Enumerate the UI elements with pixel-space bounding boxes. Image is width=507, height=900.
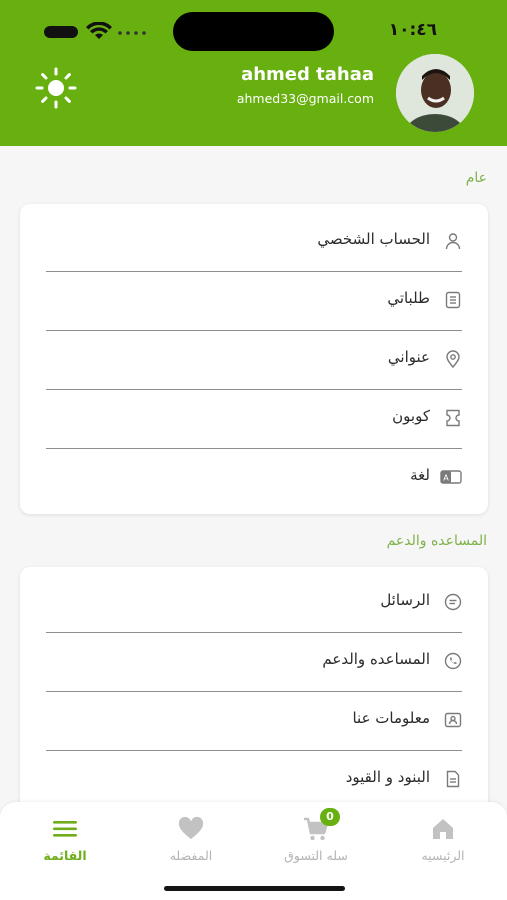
location-pin-icon	[446, 350, 460, 368]
support-card: الرسائل المساعده والدعم معلومات عنا البن…	[20, 567, 488, 817]
menu-item-label: الرسائل	[380, 591, 430, 609]
menu-item-label: عنواني	[387, 348, 430, 366]
nav-label: المفضله	[169, 848, 213, 863]
section-label-support: المساعده والدعم	[386, 533, 487, 549]
nav-item-favorites[interactable]: المفضله	[141, 810, 241, 866]
nav-item-menu[interactable]: القائمة	[15, 810, 115, 866]
avatar-photo	[396, 54, 474, 132]
dynamic-island	[173, 12, 334, 51]
home-indicator[interactable]	[164, 886, 345, 891]
avatar[interactable]	[396, 54, 474, 132]
nav-label: الرئيسيه	[421, 848, 465, 863]
menu-item-label: معلومات عنا	[352, 709, 430, 727]
profile-email: ahmed33@gmail.com	[236, 91, 374, 106]
battery-dots-icon	[118, 31, 146, 35]
menu-item-label: الحساب الشخصي	[317, 230, 430, 248]
svg-text:A: A	[443, 474, 449, 483]
nav-item-home[interactable]: الرئيسيه	[393, 810, 493, 866]
cart-count-badge: 0	[320, 808, 340, 826]
general-settings-card: الحساب الشخصي طلباتي عنواني كوبون A لغة	[20, 204, 488, 514]
menu-item-coupon[interactable]: كوبون	[46, 391, 462, 449]
section-label-general: عام	[465, 170, 487, 186]
nav-label: سله التسوق	[284, 848, 348, 863]
home-icon	[433, 819, 453, 839]
menu-item-label: طلباتي	[387, 289, 430, 307]
profile-header: ١٠:٤٦ ahmed tahaa ahmed33@gmail.com	[0, 0, 507, 146]
cellular-signal-icon	[44, 26, 78, 38]
wifi-icon	[86, 22, 112, 39]
menu-item-label: المساعده والدعم	[322, 650, 430, 668]
user-icon	[445, 233, 461, 250]
menu-icon	[53, 821, 77, 837]
profile-name: ahmed tahaa	[241, 64, 374, 85]
menu-item-messages[interactable]: الرسائل	[46, 575, 462, 633]
about-icon	[444, 712, 462, 728]
menu-item-about-us[interactable]: معلومات عنا	[46, 693, 462, 751]
nav-label: القائمة	[43, 848, 87, 863]
document-icon	[446, 770, 460, 788]
menu-item-my-address[interactable]: عنواني	[46, 332, 462, 390]
coupon-icon	[446, 409, 460, 427]
menu-item-label: لغة	[410, 466, 430, 484]
language-icon: A	[440, 470, 462, 484]
menu-item-personal-account[interactable]: الحساب الشخصي	[46, 214, 462, 272]
menu-item-help-support[interactable]: المساعده والدعم	[46, 634, 462, 692]
message-icon	[444, 593, 462, 611]
menu-item-label: كوبون	[392, 407, 430, 425]
heart-icon	[178, 816, 204, 839]
phone-icon	[444, 652, 462, 670]
menu-item-label: البنود و القيود	[345, 768, 430, 786]
menu-item-language[interactable]: A لغة	[46, 450, 462, 508]
menu-item-my-orders[interactable]: طلباتي	[46, 273, 462, 331]
nav-item-cart[interactable]: سله التسوق	[266, 810, 366, 866]
status-time: ١٠:٤٦	[388, 20, 437, 40]
status-bar: ١٠:٤٦	[0, 0, 507, 60]
theme-toggle-sun-icon[interactable]	[34, 66, 78, 110]
orders-icon	[445, 291, 461, 309]
